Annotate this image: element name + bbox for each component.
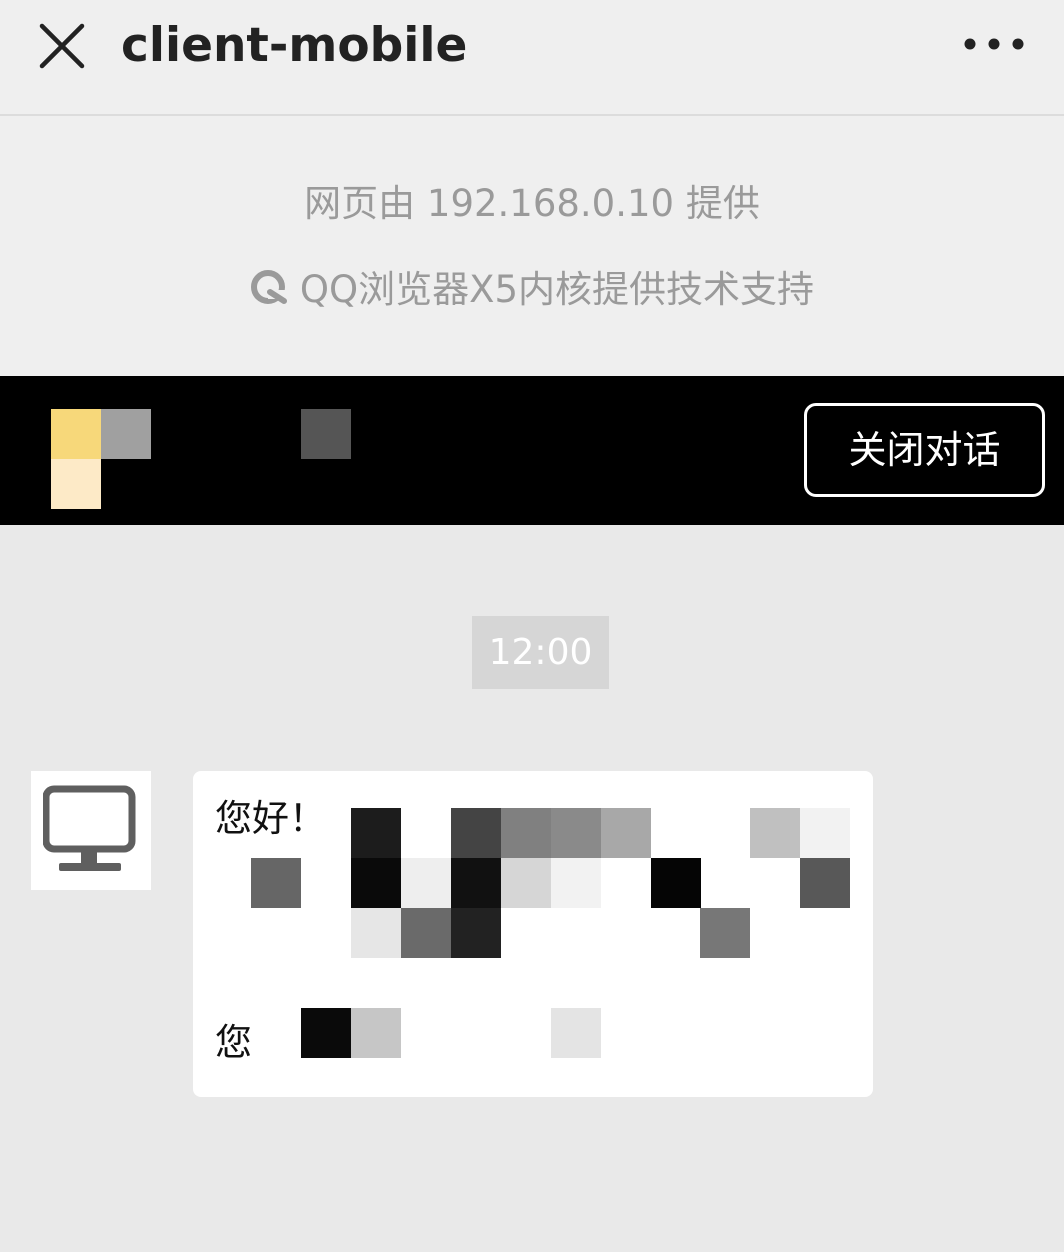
pixel-block xyxy=(551,808,601,858)
pixel-block xyxy=(301,1008,351,1058)
pixel-block xyxy=(551,1008,601,1058)
more-horizontal-icon xyxy=(964,38,1024,50)
source-text: 网页由 192.168.0.10 提供 xyxy=(304,182,760,225)
pixel-block xyxy=(700,908,750,958)
agent-avatar xyxy=(31,771,151,890)
page-title: client-mobile xyxy=(121,18,468,73)
message-line-1: 您好！ xyxy=(215,797,326,840)
pixel-block xyxy=(451,908,501,958)
end-chat-button[interactable]: 关闭对话 xyxy=(804,403,1045,497)
pixel-block xyxy=(301,409,351,459)
close-button[interactable] xyxy=(36,20,88,72)
pixel-block xyxy=(750,808,800,858)
pixel-block xyxy=(800,858,850,908)
browser-top-bar: client-mobile xyxy=(0,0,1064,116)
pixel-block xyxy=(800,808,850,858)
message-line-2: 您 xyxy=(215,1021,252,1064)
pixel-block xyxy=(501,858,551,908)
pixel-block xyxy=(451,858,501,908)
close-icon xyxy=(39,23,85,69)
pixel-block xyxy=(551,858,601,908)
pixel-block xyxy=(351,1008,401,1058)
pixel-block xyxy=(51,459,101,509)
pixel-block xyxy=(501,808,551,858)
x5-browser-icon xyxy=(250,270,287,304)
pixel-block xyxy=(451,808,501,858)
pixel-block xyxy=(401,908,451,958)
pixel-block xyxy=(601,808,651,858)
pixel-block xyxy=(651,858,701,908)
more-options-button[interactable] xyxy=(962,32,1026,56)
message-bubble: 您好！ 您 xyxy=(193,771,873,1097)
pixel-block xyxy=(101,409,151,459)
monitor-icon xyxy=(43,785,136,871)
pixel-block xyxy=(251,858,301,908)
provider-notice: 网页由 192.168.0.10 提供 QQ浏览器X5内核提供技术支持 xyxy=(0,116,1064,376)
chat-header-bar: 关闭对话 xyxy=(0,376,1064,525)
pixel-block xyxy=(351,908,401,958)
pixel-block xyxy=(351,808,401,858)
pixel-block xyxy=(351,858,401,908)
engine-text: QQ浏览器X5内核提供技术支持 xyxy=(299,268,815,311)
pixel-block xyxy=(51,409,101,459)
pixel-block xyxy=(401,858,451,908)
engine-text-row: QQ浏览器X5内核提供技术支持 xyxy=(0,266,1064,314)
message-timestamp: 12:00 xyxy=(472,616,609,689)
